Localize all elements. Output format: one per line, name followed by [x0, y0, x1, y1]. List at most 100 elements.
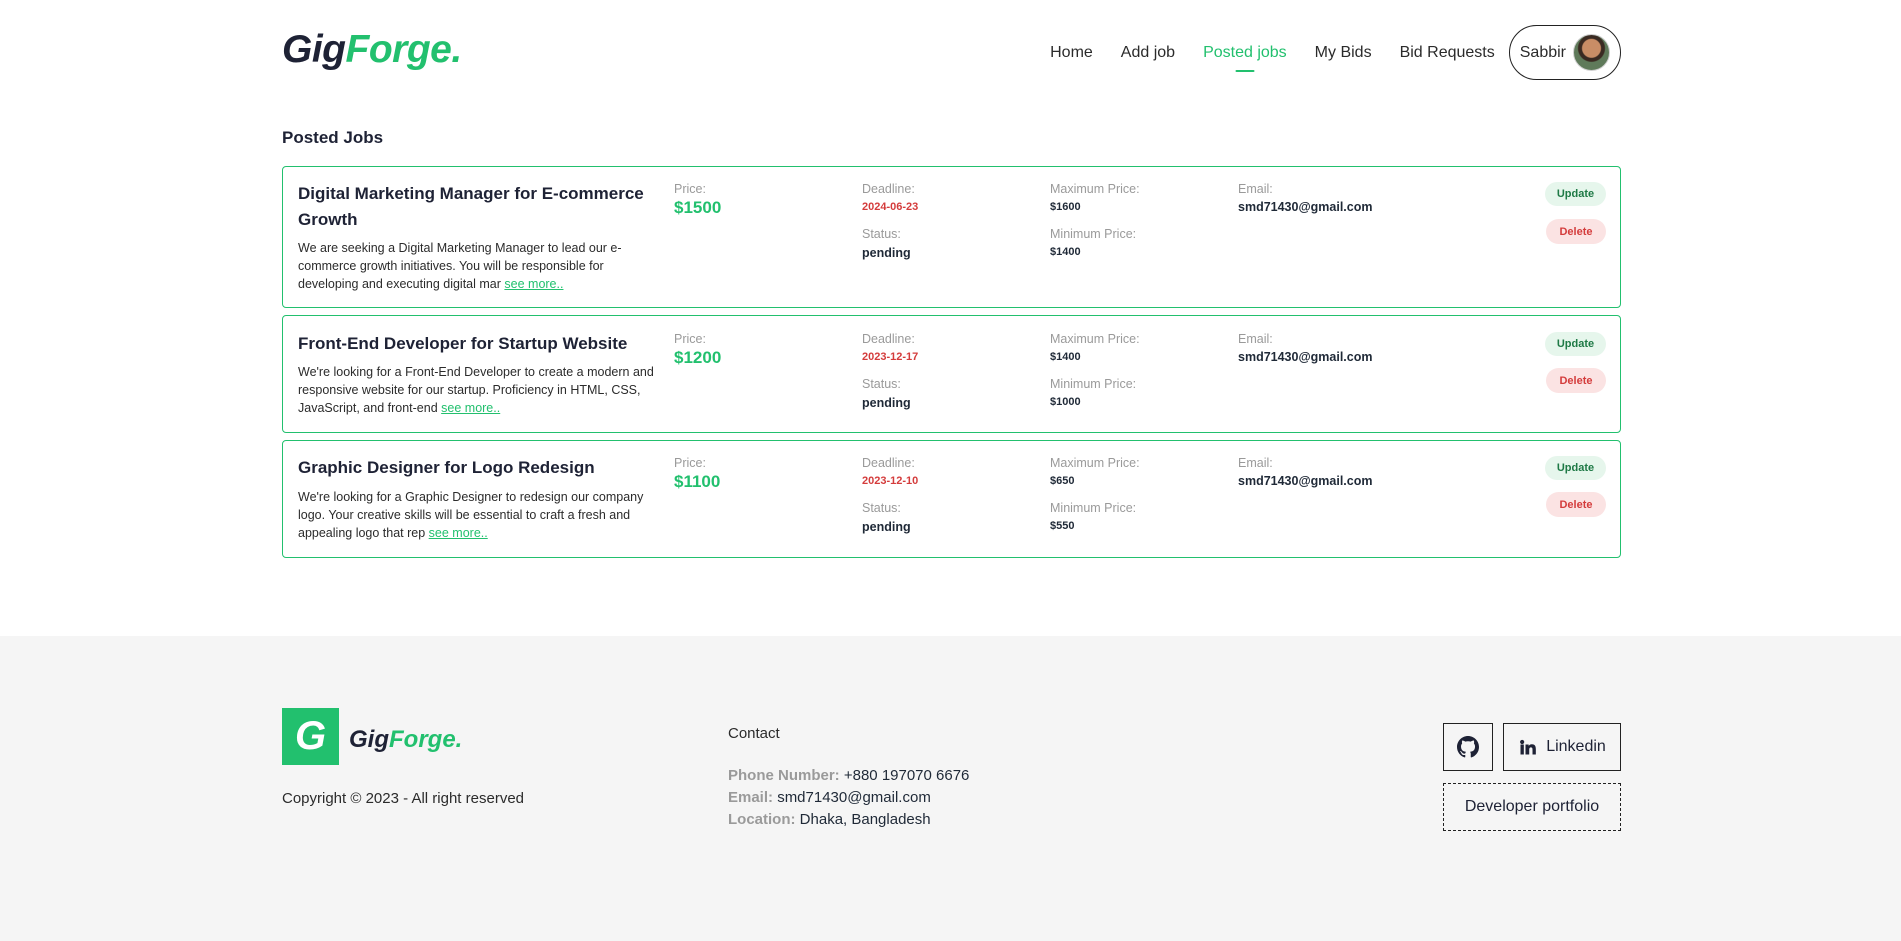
- job-description: We're looking for a Front-End Developer …: [298, 363, 663, 417]
- page-title: Posted Jobs: [282, 128, 384, 147]
- email-col: Email: smd71430@gmail.com: [1238, 456, 1372, 488]
- contact-email: Email: smd71430@gmail.com: [728, 789, 931, 806]
- job-description-text: We are seeking a Digital Marketing Manag…: [298, 241, 622, 291]
- update-button[interactable]: Update: [1545, 182, 1606, 206]
- status-label: Status:: [862, 377, 901, 391]
- price-col: Price: $1200: [674, 332, 721, 368]
- min-price-label: Minimum Price:: [1050, 501, 1137, 515]
- delete-button[interactable]: Delete: [1546, 219, 1606, 244]
- contact-phone: Phone Number: +880 197070 6676: [728, 767, 969, 784]
- github-icon: [1457, 736, 1479, 758]
- main-nav: Home Add job Posted jobs My Bids Bid Req…: [1050, 25, 1621, 80]
- min-price-value: $1000: [1050, 396, 1081, 408]
- price-range-col: Maximum Price: $1400 Minimum Price: $100…: [1050, 332, 1140, 408]
- price-range-col: Maximum Price: $1600 Minimum Price: $140…: [1050, 182, 1140, 258]
- delete-button[interactable]: Delete: [1546, 492, 1606, 517]
- job-title: Front-End Developer for Startup Website: [298, 334, 628, 353]
- deadline-label: Deadline:: [862, 182, 915, 196]
- min-price-value: $550: [1050, 520, 1075, 532]
- logo-accent: Forge.: [345, 28, 463, 71]
- deadline-value: 2023-12-10: [862, 475, 919, 487]
- deadline-value: 2024-06-23: [862, 201, 919, 213]
- copyright: Copyright © 2023 - All right reserved: [282, 790, 524, 807]
- logo-main: Gig: [282, 28, 346, 71]
- max-price-value: $650: [1050, 475, 1075, 487]
- deadline-col: Deadline: 2023-12-17 Status: pending: [862, 332, 918, 410]
- developer-portfolio-button[interactable]: Developer portfolio: [1443, 783, 1621, 831]
- job-card: Graphic Designer for Logo Redesign We're…: [282, 440, 1621, 558]
- deadline-col: Deadline: 2023-12-10 Status: pending: [862, 456, 918, 534]
- price-col: Price: $1100: [674, 456, 720, 492]
- deadline-col: Deadline: 2024-06-23 Status: pending: [862, 182, 918, 260]
- linkedin-icon: [1520, 739, 1537, 755]
- status-label: Status:: [862, 501, 901, 515]
- location-label: Location:: [728, 811, 796, 828]
- job-title: Graphic Designer for Logo Redesign: [298, 458, 595, 477]
- deadline-label: Deadline:: [862, 332, 915, 346]
- see-more-link[interactable]: see more..: [429, 526, 488, 540]
- update-button[interactable]: Update: [1545, 332, 1606, 356]
- linkedin-label: Linkedin: [1546, 738, 1606, 755]
- phone-label: Phone Number:: [728, 767, 840, 784]
- nav-bid-requests[interactable]: Bid Requests: [1400, 44, 1495, 62]
- price-label: Price:: [674, 182, 706, 196]
- status-label: Status:: [862, 227, 901, 241]
- price-label: Price:: [674, 332, 706, 346]
- min-price-value: $1400: [1050, 246, 1081, 258]
- job-title: Digital Marketing Manager for E-commerce…: [298, 184, 644, 229]
- nav-add-job[interactable]: Add job: [1121, 44, 1175, 62]
- see-more-link[interactable]: see more..: [441, 401, 500, 415]
- nav-home[interactable]: Home: [1050, 44, 1093, 62]
- max-price-label: Maximum Price:: [1050, 332, 1140, 346]
- contact-location: Location: Dhaka, Bangladesh: [728, 811, 931, 828]
- job-card: Digital Marketing Manager for E-commerce…: [282, 166, 1621, 308]
- deadline-label: Deadline:: [862, 456, 915, 470]
- email-col: Email: smd71430@gmail.com: [1238, 182, 1372, 214]
- footer-logo-accent: Forge.: [389, 726, 463, 753]
- price-label: Price:: [674, 456, 706, 470]
- footer-logo: GigForge.: [349, 726, 462, 754]
- footer-logo-main: Gig: [349, 726, 389, 753]
- job-card: Front-End Developer for Startup Website …: [282, 315, 1621, 433]
- email-label: Email:: [1238, 456, 1273, 470]
- email-label: Email:: [1238, 182, 1273, 196]
- header: GigForge. Home Add job Posted jobs My Bi…: [282, 0, 1621, 105]
- phone-value: +880 197070 6676: [843, 767, 970, 784]
- price-col: Price: $1500: [674, 182, 721, 218]
- user-menu[interactable]: Sabbir: [1508, 25, 1621, 80]
- job-description: We are seeking a Digital Marketing Manag…: [298, 239, 663, 293]
- footer-logo-mark: G: [282, 708, 339, 765]
- nav-posted-jobs[interactable]: Posted jobs: [1203, 44, 1287, 62]
- email-value: smd71430@gmail.com: [1238, 350, 1373, 364]
- footer: G GigForge. Copyright © 2023 - All right…: [0, 636, 1901, 941]
- deadline-value: 2023-12-17: [862, 351, 919, 363]
- status-value: pending: [862, 246, 911, 260]
- max-price-value: $1600: [1050, 201, 1081, 213]
- price-value: $1100: [674, 472, 721, 491]
- github-button[interactable]: [1443, 723, 1493, 771]
- delete-button[interactable]: Delete: [1546, 368, 1606, 393]
- see-more-link[interactable]: see more..: [504, 277, 563, 291]
- linkedin-button[interactable]: Linkedin: [1503, 723, 1621, 771]
- email-col: Email: smd71430@gmail.com: [1238, 332, 1372, 364]
- avatar: [1573, 34, 1610, 71]
- max-price-value: $1400: [1050, 351, 1081, 363]
- min-price-label: Minimum Price:: [1050, 377, 1137, 391]
- status-value: pending: [862, 520, 911, 534]
- nav-my-bids[interactable]: My Bids: [1315, 44, 1372, 62]
- email-value: smd71430@gmail.com: [1238, 200, 1373, 214]
- job-description: We're looking for a Graphic Designer to …: [298, 488, 663, 542]
- min-price-label: Minimum Price:: [1050, 227, 1137, 241]
- contact-title: Contact: [728, 725, 780, 742]
- portfolio-label: Developer portfolio: [1464, 798, 1600, 815]
- logo[interactable]: GigForge.: [282, 28, 462, 72]
- max-price-label: Maximum Price:: [1050, 456, 1140, 470]
- price-value: $1500: [674, 198, 722, 217]
- update-button[interactable]: Update: [1545, 456, 1606, 480]
- max-price-label: Maximum Price:: [1050, 182, 1140, 196]
- price-value: $1200: [674, 348, 722, 367]
- footer-email-value: smd71430@gmail.com: [777, 789, 931, 806]
- status-value: pending: [862, 396, 911, 410]
- location-value: Dhaka, Bangladesh: [799, 811, 931, 828]
- price-range-col: Maximum Price: $650 Minimum Price: $550: [1050, 456, 1140, 532]
